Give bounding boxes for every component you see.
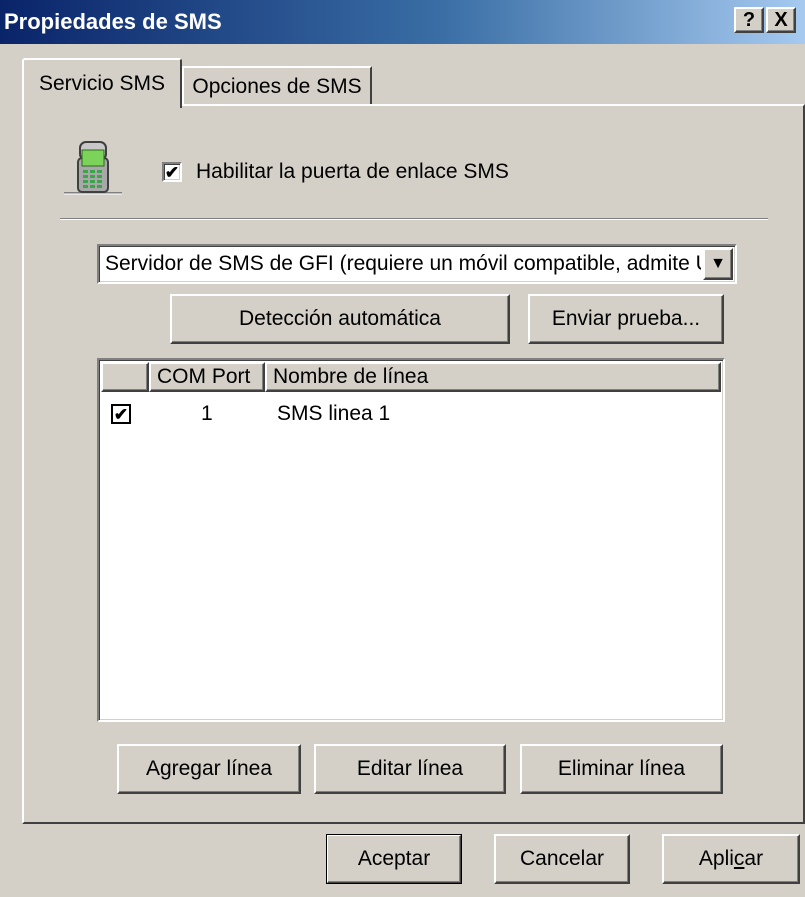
autodetect-button[interactable]: Detección automática (170, 294, 510, 344)
checkbox-box: ✔ (162, 162, 182, 182)
enable-gateway-label: Habilitar la puerta de enlace SMS (196, 160, 509, 183)
window-title: Propiedades de SMS (4, 9, 222, 34)
cancel-button[interactable]: Cancelar (494, 834, 630, 884)
send-test-button-label: Enviar prueba... (551, 307, 701, 330)
close-button[interactable]: X (766, 7, 796, 33)
apply-label-accelerator: c (733, 847, 745, 870)
column-header-label: COM Port (157, 365, 251, 388)
mobile-phone-icon (62, 138, 124, 196)
column-header-label: Nombre de línea (273, 365, 429, 388)
column-header-check[interactable] (101, 362, 149, 392)
row-com-port: 1 (201, 402, 213, 425)
delete-line-label: Eliminar línea (557, 757, 686, 780)
edit-line-button[interactable]: Editar línea (314, 744, 506, 794)
edit-line-label: Editar línea (356, 757, 464, 780)
help-button[interactable]: ? (734, 7, 764, 33)
chevron-down-icon[interactable]: ▼ (703, 248, 733, 280)
table-row[interactable]: ✔ 1 SMS linea 1 (101, 398, 721, 432)
column-header-com-port[interactable]: COM Port (149, 362, 265, 392)
add-line-button[interactable]: Agregar línea (117, 744, 301, 794)
autodetect-button-label: Detección automática (239, 307, 441, 330)
apply-button[interactable]: Aplicar (662, 834, 800, 884)
apply-label-pre: Apli (698, 847, 734, 870)
tab-opciones-sms[interactable]: Opciones de SMS (182, 66, 372, 106)
title-bar: Propiedades de SMS ? X (0, 0, 805, 44)
apply-label-post: ar (744, 847, 764, 870)
separator (60, 218, 768, 220)
apply-label: Aplicar (699, 847, 763, 871)
enable-gateway-checkbox[interactable]: ✔ Habilitar la puerta de enlace SMS (162, 160, 509, 184)
add-line-label: Agregar línea (145, 757, 273, 780)
provider-select[interactable]: Servidor de SMS de GFI (requiere un móvi… (97, 244, 737, 284)
tab-label: Servicio SMS (38, 72, 166, 95)
ok-button[interactable]: Aceptar (326, 834, 462, 884)
tab-label: Opciones de SMS (192, 75, 362, 98)
column-header-line-name[interactable]: Nombre de línea (265, 362, 721, 392)
ok-label: Aceptar (357, 847, 431, 870)
send-test-button[interactable]: Enviar prueba... (528, 294, 724, 344)
row-line-name: SMS linea 1 (277, 402, 391, 425)
tab-servicio-sms[interactable]: Servicio SMS (22, 58, 182, 108)
delete-line-button[interactable]: Eliminar línea (520, 744, 723, 794)
lines-table[interactable]: COM Port Nombre de línea ✔ 1 SMS linea 1 (97, 358, 725, 722)
cancel-label: Cancelar (519, 847, 605, 870)
row-checkbox[interactable]: ✔ (111, 404, 131, 424)
provider-selected-value: Servidor de SMS de GFI (requiere un móvi… (105, 252, 701, 275)
